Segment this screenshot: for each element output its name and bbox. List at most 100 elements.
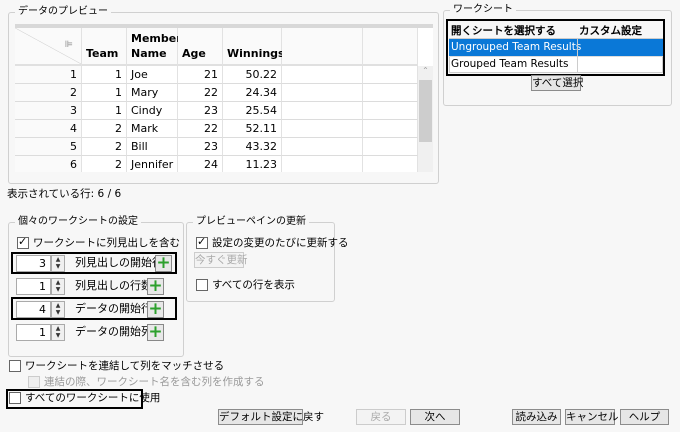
include-headers-label: ワークシートに列見出しを含む: [33, 237, 180, 249]
update-on-change-checkbox[interactable]: [196, 235, 208, 249]
table-cell: 1: [82, 102, 127, 120]
spinner-label: データの開始列: [75, 325, 152, 338]
table-cell: 50.22: [223, 66, 282, 84]
individual-settings-title: 個々のワークシートの設定: [15, 215, 141, 229]
update-on-change-label: 設定の変更のたびに更新する: [212, 237, 349, 249]
table-cell: 2: [82, 138, 127, 156]
column-header-text: Team: [86, 47, 119, 60]
table-cell: Mary: [127, 84, 178, 102]
table-cell: [282, 120, 363, 138]
show-all-rows-checkbox[interactable]: [196, 279, 208, 291]
arrow-up-icon[interactable]: ▲: [52, 325, 64, 332]
table-cell: 22: [178, 84, 223, 102]
spinner-label: 列見出しの行数: [75, 279, 152, 292]
column-header[interactable]: Age: [178, 28, 223, 66]
arrow-down-icon[interactable]: ▼: [52, 332, 64, 339]
column-header-text: Member: [131, 32, 182, 45]
chevron-down-icon[interactable]: ⌄: [418, 167, 433, 172]
table-cell: [282, 102, 363, 120]
table-cell: Cindy: [127, 102, 178, 120]
restore-defaults-button[interactable]: デフォルト設定に戻す: [218, 409, 324, 425]
scrollbar-thumb[interactable]: [419, 80, 432, 142]
table-cell: [363, 84, 418, 102]
column-header-text: [182, 31, 218, 46]
table-cell: Jennifer: [127, 156, 178, 172]
table-cell: [363, 66, 418, 84]
table-cell: 24: [178, 156, 223, 172]
select-all-button[interactable]: すべて選択: [531, 75, 583, 91]
table-cell: [363, 120, 418, 138]
table-cell: 1: [82, 84, 127, 102]
plus-icon[interactable]: +: [147, 278, 164, 295]
table-cell: [363, 138, 418, 156]
column-header[interactable]: Member Name: [127, 28, 182, 66]
table-cell: Joe: [127, 66, 178, 84]
table-cell: 11.23: [223, 156, 282, 172]
table-cell: 2: [82, 120, 127, 138]
highlight-box: [446, 19, 665, 76]
highlight-box: [11, 297, 177, 320]
next-button[interactable]: 次へ: [410, 409, 460, 425]
table-cell: 24.34: [223, 84, 282, 102]
table-cell: 22: [178, 120, 223, 138]
row-number: 5: [15, 138, 82, 156]
column-header[interactable]: Winnings: [223, 28, 285, 66]
include-headers-checkbox[interactable]: [17, 235, 29, 249]
highlight-box: [11, 252, 177, 274]
table-cell: Bill: [127, 138, 178, 156]
row-number: 3: [15, 102, 82, 120]
column-header-text: Name: [131, 47, 167, 60]
highlight-box: [6, 389, 143, 409]
spinner-arrows[interactable]: ▲ ▼: [51, 324, 65, 341]
sort-icon: ⊫: [64, 40, 73, 50]
concat-name-label: 連結の際、ワークシート名を含む列を作成する: [44, 376, 265, 388]
table-cell: 23: [178, 138, 223, 156]
concat-label: ワークシートを連結して列をマッチさせる: [25, 360, 225, 372]
column-header-text: Age: [182, 47, 206, 60]
concat-checkbox[interactable]: [9, 360, 21, 372]
chevron-up-icon[interactable]: ⌃: [418, 66, 433, 75]
row-number: 4: [15, 120, 82, 138]
concat-name-checkbox[interactable]: [28, 376, 40, 388]
column-header-text: [86, 31, 122, 46]
data-preview-title: データのプレビュー: [15, 5, 111, 19]
import-button[interactable]: 読み込み: [512, 409, 561, 425]
table-cell: [363, 102, 418, 120]
arrow-up-icon[interactable]: ▲: [52, 279, 64, 286]
column-header[interactable]: Team: [82, 28, 127, 66]
rows-shown-label: 表示されている行: 6 / 6: [7, 188, 122, 200]
update-now-button[interactable]: 今すぐ更新: [194, 252, 248, 268]
row-number: 2: [15, 84, 82, 102]
plus-icon[interactable]: +: [147, 324, 164, 341]
table-cell: 2: [82, 156, 127, 172]
row-number: 6: [15, 156, 82, 172]
table-cell: Mark: [127, 120, 178, 138]
table-cell: 21: [178, 66, 223, 84]
table-cell: [363, 156, 418, 172]
row-number: 1: [15, 66, 82, 84]
table-cell: 25.54: [223, 102, 282, 120]
cancel-button[interactable]: キャンセル: [565, 409, 619, 425]
table-cell: [282, 138, 363, 156]
table-cell: [282, 66, 363, 84]
table-cell: 1: [82, 66, 127, 84]
spinner-arrows[interactable]: ▲ ▼: [51, 278, 65, 295]
help-button[interactable]: ヘルプ: [620, 409, 669, 425]
table-cell: 52.11: [223, 120, 282, 138]
row-header-corner: ⊫: [15, 28, 82, 66]
spinner-input[interactable]: 1: [16, 324, 51, 341]
arrow-down-icon[interactable]: ▼: [52, 286, 64, 293]
show-all-rows-label: すべての行を表示: [212, 279, 295, 291]
spinner-input[interactable]: 1: [16, 278, 51, 295]
column-header-text: Winnings: [227, 47, 285, 60]
vertical-scrollbar[interactable]: ⌃ ⌄: [418, 66, 433, 172]
column-header[interactable]: [282, 28, 363, 66]
worksheet-title: ワークシート: [450, 3, 516, 17]
column-header[interactable]: [363, 28, 418, 66]
preview-table: ⊫ Team Member Name Age Winnings 1 1 Joe 21 50.2…: [15, 24, 433, 172]
back-button[interactable]: 戻る: [356, 409, 406, 425]
table-cell: [282, 156, 363, 172]
preview-update-title: プレビューペインの更新: [193, 215, 309, 229]
column-header-text: [227, 31, 277, 46]
table-cell: 43.32: [223, 138, 282, 156]
